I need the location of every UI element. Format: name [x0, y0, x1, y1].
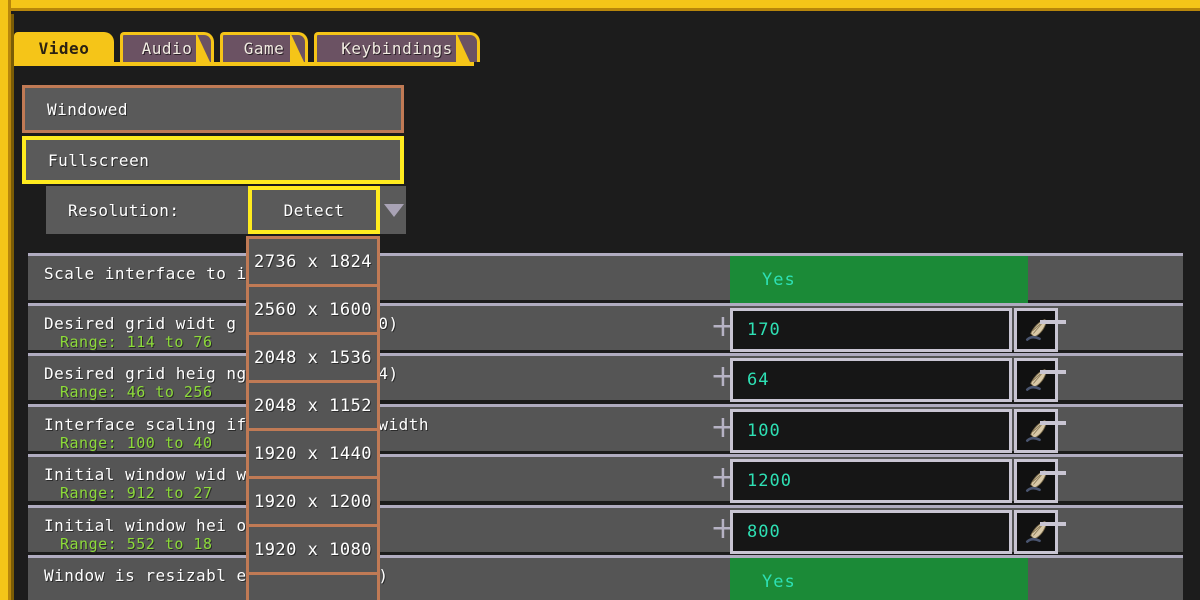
resolution-option: 2736 x 1824 [253, 251, 373, 272]
setting-label: Initial window wid wed) [44, 465, 278, 484]
value-input[interactable]: 170 [730, 308, 1012, 352]
tab-divider-3 [290, 32, 304, 62]
list-item[interactable]: 1920 x 1440 [246, 428, 380, 479]
settings-list: Scale interface to ight/width Yes Desire… [0, 0, 1200, 600]
table-row[interactable]: Window is resizabl ect on restart) Yes [28, 555, 1183, 600]
decrement-button[interactable] [1040, 320, 1066, 324]
resolution-option: 1920 x 1440 [253, 443, 373, 464]
toggle-yes[interactable]: Yes [730, 256, 1028, 303]
tab-divider-1 [96, 32, 110, 62]
value-input[interactable]: 1200 [730, 459, 1012, 503]
table-row[interactable]: Initial window hei owed) Range: 552 to 1… [28, 505, 1183, 554]
resolution-option: 2048 x 1536 [253, 347, 373, 368]
resolution-option: 1920 x 1080 [253, 539, 373, 560]
list-item[interactable]: 2048 x 1152 [246, 380, 380, 431]
setting-range: Range: 114 to 76 [60, 333, 213, 351]
settings-window: Video Audio Game Keybindings Windowed Fu… [0, 0, 1200, 600]
quill-icon-button[interactable] [1014, 459, 1058, 503]
list-item[interactable]: 2048 x 1536 [246, 332, 380, 383]
setting-range: Range: 912 to 27 [60, 484, 213, 502]
value-text: 100 [747, 421, 781, 441]
decrement-button[interactable] [1040, 370, 1066, 374]
value-input[interactable]: 100 [730, 409, 1012, 453]
setting-range: Range: 46 to 256 [60, 383, 213, 401]
table-row[interactable]: Desired grid heig ng (default = 64) Rang… [28, 353, 1183, 402]
table-row[interactable]: Scale interface to ight/width Yes [28, 253, 1183, 303]
decrement-button[interactable] [1040, 471, 1066, 475]
value-text: 64 [747, 370, 770, 390]
tab-video-label: Video [38, 39, 90, 58]
table-row[interactable]: Interface scaling if not fitting width R… [28, 404, 1183, 453]
tab-divider-4 [456, 32, 470, 62]
resolution-option: 2560 x 1600 [253, 299, 373, 320]
quill-icon-button[interactable] [1014, 308, 1058, 352]
setting-range: Range: 552 to 18 [60, 535, 213, 553]
quill-icon-button[interactable] [1014, 358, 1058, 402]
table-row[interactable]: Initial window wid wed) Range: 912 to 27… [28, 454, 1183, 503]
decrement-button[interactable] [1040, 421, 1066, 425]
toggle-value: Yes [762, 269, 796, 290]
toggle-value: Yes [762, 571, 796, 592]
decrement-button[interactable] [1040, 522, 1066, 526]
value-input[interactable]: 64 [730, 358, 1012, 402]
list-item[interactable]: 2736 x 1824 [246, 236, 380, 287]
list-item[interactable]: 2560 x 1600 [246, 284, 380, 335]
resolution-dropdown-list[interactable]: 2736 x 1824 2560 x 1600 2048 x 1536 2048… [246, 236, 380, 600]
setting-range: Range: 100 to 40 [60, 434, 213, 452]
list-item-partial[interactable] [246, 572, 380, 600]
resolution-option: 2048 x 1152 [253, 395, 373, 416]
tab-divider-2 [196, 32, 210, 62]
list-item[interactable]: 1920 x 1080 [246, 524, 380, 575]
table-row[interactable]: Desired grid widt g (default = 170) Rang… [28, 303, 1183, 352]
list-item[interactable]: 1920 x 1200 [246, 476, 380, 527]
value-input[interactable]: 800 [730, 510, 1012, 554]
quill-icon-button[interactable] [1014, 510, 1058, 554]
quill-icon-button[interactable] [1014, 409, 1058, 453]
toggle-yes[interactable]: Yes [730, 558, 1028, 600]
value-text: 800 [747, 522, 781, 542]
value-text: 1200 [747, 471, 792, 491]
value-text: 170 [747, 320, 781, 340]
resolution-option: 1920 x 1200 [253, 491, 373, 512]
